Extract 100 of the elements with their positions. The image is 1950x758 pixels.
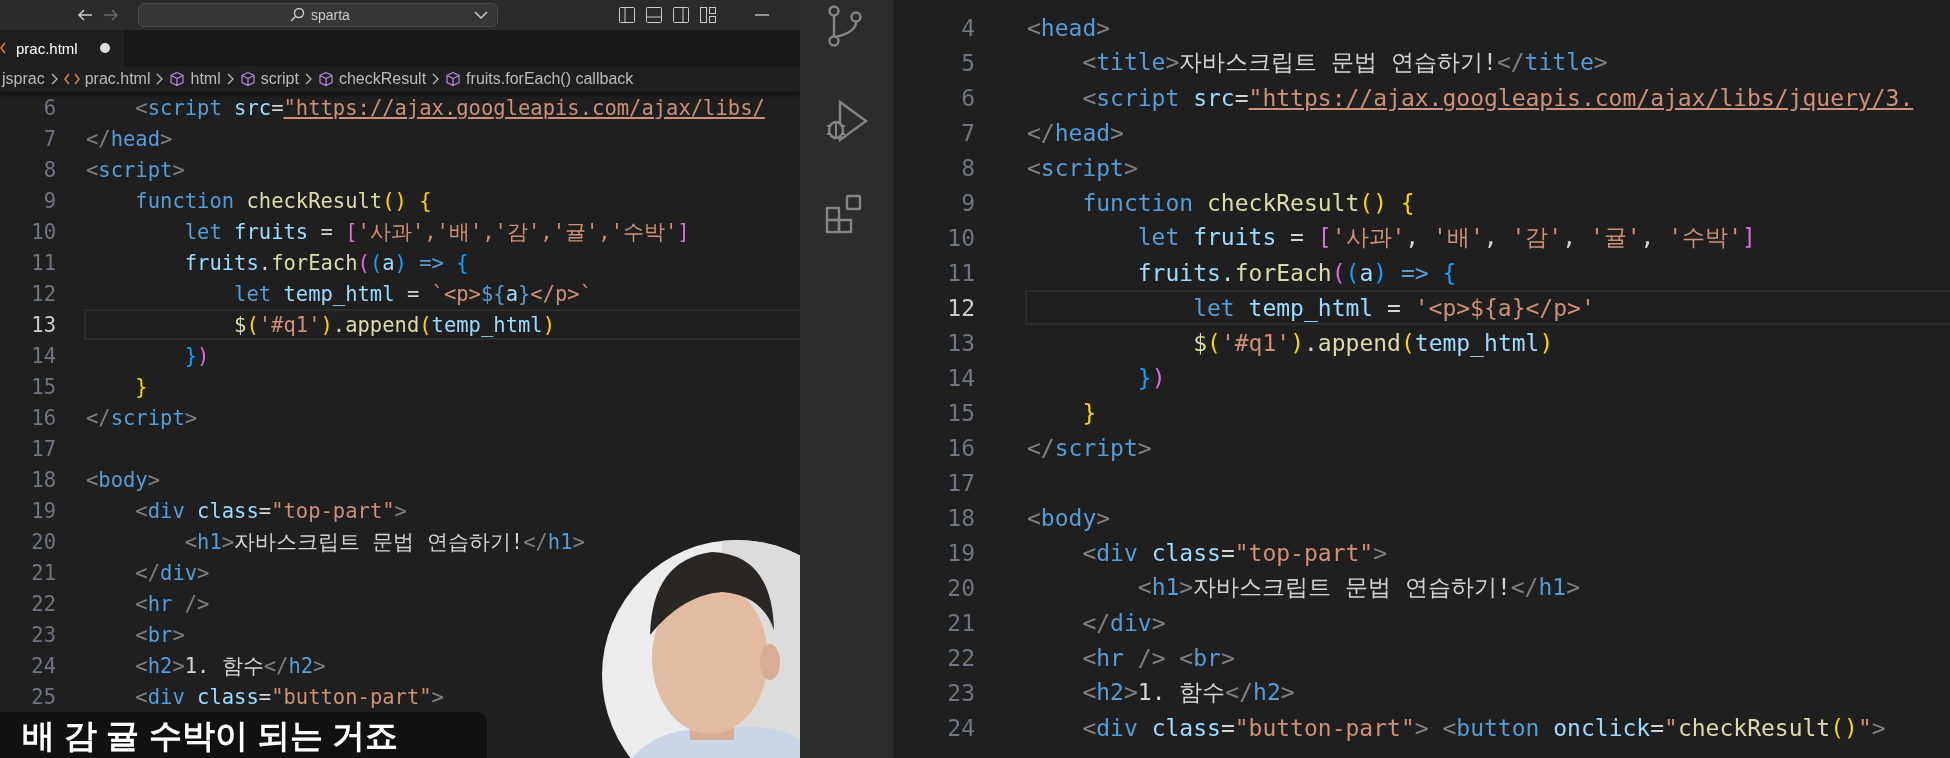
line-number: 18	[30, 467, 56, 492]
line-number: 24	[946, 714, 975, 741]
file-code-icon	[0, 40, 8, 56]
code-line: <h1>자바스크립트 문법 연습하기!</h1>	[1137, 573, 1580, 602]
line-number: 8	[960, 154, 975, 181]
line-number: 9	[960, 189, 975, 216]
code-line: fruits.forEach((a) => {	[1137, 259, 1457, 286]
line-number: 14	[946, 364, 975, 391]
code-line: </div>	[135, 560, 210, 585]
video-subtitle: 배 감 귤 수박이 되는 거죠	[0, 712, 487, 758]
code-line: <h2>1. 함수</h2>	[135, 652, 326, 680]
line-number: 21	[30, 560, 56, 585]
code-line: })	[184, 343, 210, 368]
chevron-right-icon	[155, 72, 165, 86]
breadcrumb-item[interactable]: html	[169, 70, 221, 88]
sidebar-layout-icon[interactable]	[618, 6, 636, 24]
editor-tab[interactable]: prac.html	[0, 30, 124, 66]
breadcrumb-item[interactable]: script	[239, 70, 299, 88]
code-line: <div class="top-part">	[135, 498, 407, 523]
code-line: function checkResult() {	[1082, 189, 1415, 216]
line-number: 9	[42, 188, 56, 213]
line-number: 6	[42, 95, 56, 120]
code-line: <script>	[1027, 154, 1138, 181]
code-line: <hr />	[135, 591, 210, 616]
code-line: let temp_html = `<p>${a}</p>`	[234, 281, 593, 306]
line-number: 10	[30, 219, 56, 244]
code-line: let temp_html = '<p>${a}</p>'	[1193, 294, 1595, 321]
chevron-right-icon	[431, 72, 441, 86]
code-line: <script src="https://ajax.googleapis.com/ajax/libs/jquery/3.	[1082, 84, 1914, 111]
line-number: 22	[30, 591, 56, 616]
line-number: 15	[30, 374, 56, 399]
code-line: <body>	[1027, 504, 1111, 531]
chevron-right-icon	[225, 72, 235, 86]
code-line: <body>	[86, 467, 161, 492]
line-number: 17	[946, 469, 975, 496]
cube-icon	[239, 71, 256, 87]
line-number: 6	[960, 84, 975, 111]
code-line: $('#q1').append(temp_html)	[1193, 329, 1554, 356]
chevron-right-icon	[303, 72, 313, 86]
line-number: 8	[42, 157, 56, 182]
line-number: 19	[946, 539, 975, 566]
line-number: 11	[30, 250, 56, 275]
command-center[interactable]: sparta	[138, 3, 498, 27]
line-number: 10	[946, 224, 975, 251]
line-number: 12	[30, 281, 56, 306]
line-number: 24	[30, 653, 56, 678]
line-number: 17	[30, 436, 56, 461]
code-line: <script>	[86, 157, 185, 182]
code-line: <br>	[135, 622, 185, 647]
line-number: 7	[42, 126, 56, 151]
line-number: 20	[30, 529, 56, 554]
breadcrumb-item[interactable]: fruits.forEach() callback	[445, 70, 634, 88]
line-number: 4	[960, 14, 975, 41]
line-number: 16	[30, 405, 56, 430]
breadcrumb-item[interactable]: jsprac	[2, 70, 45, 88]
line-number: 23	[946, 679, 975, 706]
code-line: </div>	[1082, 609, 1166, 636]
customize-layout-icon[interactable]	[699, 6, 717, 24]
code-line: </script>	[1027, 434, 1152, 461]
code-line: <div class="top-part">	[1082, 539, 1388, 566]
line-number: 22	[946, 644, 975, 671]
line-number: 18	[946, 504, 975, 531]
cube-icon	[317, 71, 334, 87]
line-number: 14	[30, 343, 56, 368]
code-line: <div class="button-part"> <button onclick="checkResult()">	[1082, 714, 1886, 741]
breadcrumb-item[interactable]: checkResult	[317, 70, 427, 88]
line-number: 16	[946, 434, 975, 461]
code-line: <h2>1. 함수</h2>	[1082, 678, 1295, 707]
code-line: $('#q1').append(temp_html)	[234, 312, 556, 337]
line-number: 12	[946, 294, 975, 321]
code-line: }	[1082, 399, 1097, 426]
code-line: let fruits = ['사과','배','감','귤','수박']	[184, 218, 690, 246]
line-number: 11	[946, 259, 975, 286]
code-line: }	[135, 374, 148, 399]
secondary-sidebar-icon[interactable]	[672, 6, 690, 24]
code-line: <title>자바스크립트 문법 연습하기!</title>	[1082, 48, 1608, 77]
line-number: 7	[960, 119, 975, 146]
code-line: fruits.forEach((a) => {	[184, 250, 469, 275]
code-line: <div class="button-part">	[135, 684, 444, 709]
chevron-right-icon	[49, 72, 59, 86]
code-line: <script src="https://ajax.googleapis.com/ajax/libs/	[135, 95, 765, 120]
line-number: 19	[30, 498, 56, 523]
code-line: let fruits = ['사과', '배', '감', '귤', '수박']	[1137, 223, 1756, 252]
line-number: 13	[30, 312, 56, 337]
code-line: function checkResult() {	[135, 188, 432, 213]
breadcrumb-item[interactable]: prac.html	[63, 70, 151, 88]
cube-icon	[169, 71, 186, 87]
line-number: 25	[30, 684, 56, 709]
code-line: <head>	[1027, 14, 1111, 41]
file-code-icon	[63, 72, 80, 86]
line-number: 15	[946, 399, 975, 426]
code-line: </head>	[1027, 119, 1124, 146]
panel-layout-icon[interactable]	[645, 6, 663, 24]
line-number: 23	[30, 622, 56, 647]
code-line: })	[1137, 364, 1166, 391]
code-line: </head>	[86, 126, 173, 151]
code-line: <hr /> <br>	[1082, 644, 1235, 671]
line-number: 5	[960, 49, 975, 76]
cube-icon	[445, 71, 462, 87]
search-icon	[289, 7, 305, 23]
